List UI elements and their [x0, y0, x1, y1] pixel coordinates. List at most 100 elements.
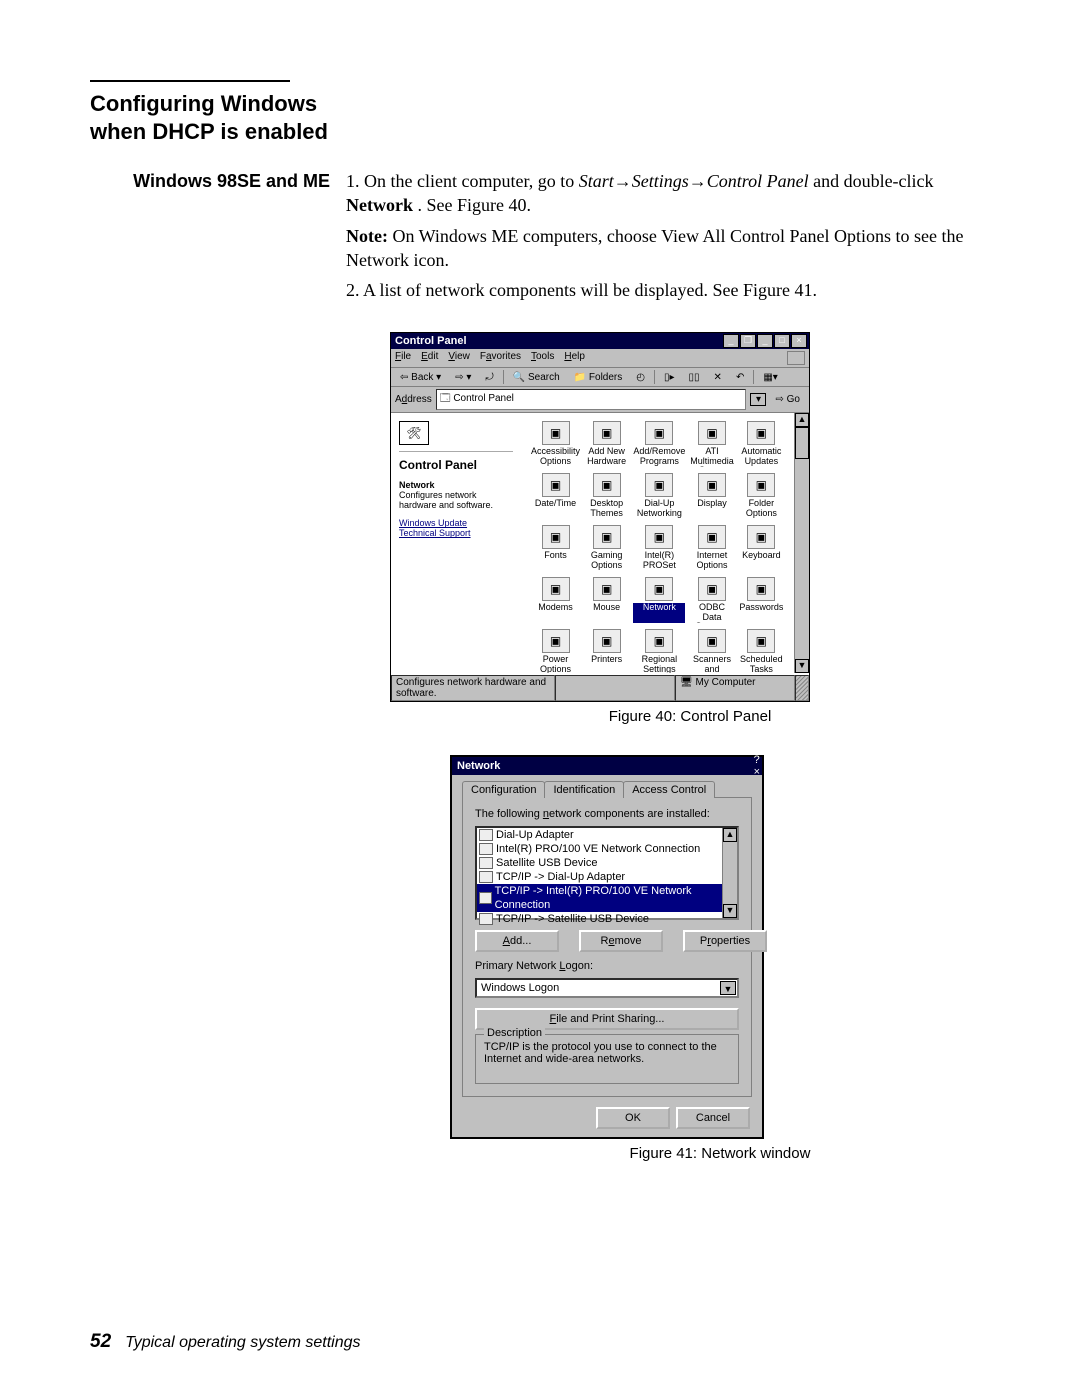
cp-icon-scheduled-tasks[interactable]: ▣Scheduled Tasks — [739, 629, 784, 673]
menu-edit[interactable]: Edit — [421, 351, 438, 365]
close-button[interactable]: × — [754, 766, 760, 778]
maximize-button[interactable]: □ — [774, 334, 790, 348]
net-component-item[interactable]: TCP/IP -> Dial-Up Adapter — [477, 870, 722, 884]
cp-icon-label: Scheduled Tasks — [739, 655, 784, 673]
cp-icon-label: Folder Options — [739, 499, 784, 519]
address-dropdown[interactable]: ▾ — [750, 393, 766, 406]
moveto-button[interactable]: ▯▸ — [659, 371, 680, 384]
cp-icon-odbc-data-sources-32bit[interactable]: ▣ODBC Data Sources (32bit) — [689, 577, 734, 623]
cp-icon-regional-settings[interactable]: ▣Regional Settings — [633, 629, 685, 673]
go-button[interactable]: ⇨ Go — [770, 393, 805, 406]
restore-button[interactable]: ❐ — [740, 334, 756, 348]
tab-access-control[interactable]: Access Control — [623, 781, 715, 798]
cp-icon-automatic-updates[interactable]: ▣Automatic Updates — [739, 421, 784, 467]
list-scroll-up[interactable]: ▲ — [723, 828, 737, 842]
cp-icon-glyph: ▣ — [593, 421, 621, 445]
up-button[interactable]: ⤾ — [480, 371, 498, 384]
cp-icon-power-options[interactable]: ▣Power Options — [531, 629, 580, 673]
cp-icon-intel-r-proset[interactable]: ▣Intel(R) PROSet — [633, 525, 685, 571]
menu-tools[interactable]: Tools — [531, 351, 554, 365]
status-mid — [555, 675, 675, 701]
menu-view[interactable]: View — [448, 351, 470, 365]
cp-icon-ati-multimedia-center[interactable]: ▣ATI Multimedia Center — [689, 421, 734, 467]
cp-icon-dial-up-networking[interactable]: ▣Dial-Up Networking — [633, 473, 685, 519]
list-scrollbar[interactable]: ▲ ▼ — [722, 828, 737, 918]
components-label-pre: The following — [475, 808, 543, 820]
cp-icon-keyboard[interactable]: ▣Keyboard — [739, 525, 784, 571]
net-component-item[interactable]: TCP/IP -> Satellite USB Device — [477, 912, 722, 926]
cancel-button[interactable]: Cancel — [676, 1107, 750, 1129]
figure-41: Network ? × Configuration Identification… — [450, 755, 990, 1162]
views-button[interactable]: ▦▾ — [758, 371, 782, 384]
tab-configuration[interactable]: Configuration — [462, 781, 545, 798]
menu-help[interactable]: Help — [564, 351, 585, 365]
remove-button[interactable]: Remove — [579, 930, 663, 952]
note-text: On Windows ME computers, choose View All… — [346, 226, 963, 270]
cp-icon-label: ATI Multimedia Center — [689, 447, 734, 467]
forward-button[interactable]: ⇨ ▾ — [450, 371, 476, 384]
ok-button[interactable]: OK — [596, 1107, 670, 1129]
cp-icon-glyph: ▣ — [645, 629, 673, 653]
close-button[interactable]: × — [791, 334, 807, 348]
windows-update-link[interactable]: Windows Update — [399, 518, 513, 528]
cp-icon-add-remove-programs[interactable]: ▣Add/Remove Programs — [633, 421, 685, 467]
net-component-item[interactable]: TCP/IP -> Intel(R) PRO/100 VE Network Co… — [477, 884, 722, 912]
cp-icon-glyph: ▣ — [698, 577, 726, 601]
scroll-up[interactable]: ▲ — [795, 413, 809, 427]
cp-icon-gaming-options[interactable]: ▣Gaming Options — [584, 525, 629, 571]
cp-icon-label: Mouse — [584, 603, 629, 623]
cp-icon-accessibility-options[interactable]: ▣Accessibility Options — [531, 421, 580, 467]
cp-icon-folder-options[interactable]: ▣Folder Options — [739, 473, 784, 519]
cp-icon-label: Keyboard — [739, 551, 784, 571]
cp-icon-scanners-and-cameras[interactable]: ▣Scanners and Cameras — [689, 629, 734, 673]
cp-icon-passwords[interactable]: ▣Passwords — [739, 577, 784, 623]
icon-area: ▣Accessibility Options▣Add New Hardware▣… — [521, 413, 794, 673]
cp-icon-add-new-hardware[interactable]: ▣Add New Hardware — [584, 421, 629, 467]
history-button[interactable]: ◴ — [631, 371, 650, 384]
cp-icon-label: Modems — [531, 603, 580, 623]
cp-icon-network[interactable]: ▣Network — [633, 577, 685, 623]
search-button[interactable]: 🔍 Search — [508, 371, 565, 384]
undo-button[interactable]: ↶ — [731, 371, 749, 384]
cp-icon-modems[interactable]: ▣Modems — [531, 577, 580, 623]
components-listbox[interactable]: Dial-Up AdapterIntel(R) PRO/100 VE Netwo… — [475, 826, 739, 920]
folders-button[interactable]: 📁 Folders — [569, 371, 628, 384]
back-button[interactable]: ⇦ Back ▾ — [395, 371, 446, 384]
tab-identification[interactable]: Identification — [544, 781, 624, 798]
scroll-thumb[interactable] — [795, 427, 809, 459]
tabs: Configuration Identification Access Cont… — [462, 781, 752, 798]
cp-icon-desktop-themes[interactable]: ▣Desktop Themes — [584, 473, 629, 519]
menu-favorites[interactable]: Favorites — [480, 351, 521, 365]
minimize-button[interactable]: _ — [723, 334, 739, 348]
cp-icon-display[interactable]: ▣Display — [689, 473, 734, 519]
address-input[interactable]: 🗔 Control Panel — [436, 389, 747, 410]
net-component-item[interactable]: Dial-Up Adapter — [477, 828, 722, 842]
cp-icon-mouse[interactable]: ▣Mouse — [584, 577, 629, 623]
menu-file[interactable]: File — [395, 351, 411, 365]
logon-select[interactable]: Windows Logon ▼ — [475, 978, 739, 998]
net-component-item[interactable]: Intel(R) PRO/100 VE Network Connection — [477, 842, 722, 856]
cp-icon-printers[interactable]: ▣Printers — [584, 629, 629, 673]
add-button[interactable]: Add... — [475, 930, 559, 952]
list-scroll-down[interactable]: ▼ — [723, 904, 737, 918]
net-component-item[interactable]: Satellite USB Device — [477, 856, 722, 870]
fps-post: ile and Print Sharing... — [556, 1013, 664, 1025]
vertical-scrollbar[interactable]: ▲ ▼ — [794, 413, 809, 673]
technical-support-link[interactable]: Technical Support — [399, 528, 513, 538]
scroll-down[interactable]: ▼ — [795, 659, 809, 673]
properties-button[interactable]: Properties — [683, 930, 767, 952]
adapter-icon — [479, 892, 492, 904]
dropdown-arrow-icon[interactable]: ▼ — [720, 981, 736, 995]
help-button[interactable]: ? — [754, 754, 760, 766]
cp-icon-internet-options[interactable]: ▣Internet Options — [689, 525, 734, 571]
tab-panel: The following network components are ins… — [462, 797, 752, 1097]
resize-grip[interactable] — [795, 675, 809, 701]
cp-icon-fonts[interactable]: ▣Fonts — [531, 525, 580, 571]
minimize2-button[interactable]: _ — [757, 334, 773, 348]
delete-button[interactable]: ✕ — [709, 371, 727, 384]
net-component-text: TCP/IP -> Dial-Up Adapter — [496, 870, 625, 884]
go-label: Go — [787, 394, 800, 405]
cp-icon-date-time[interactable]: ▣Date/Time — [531, 473, 580, 519]
copyto-button[interactable]: ▯▯ — [684, 371, 705, 384]
cp-icon-glyph: ▣ — [593, 525, 621, 549]
